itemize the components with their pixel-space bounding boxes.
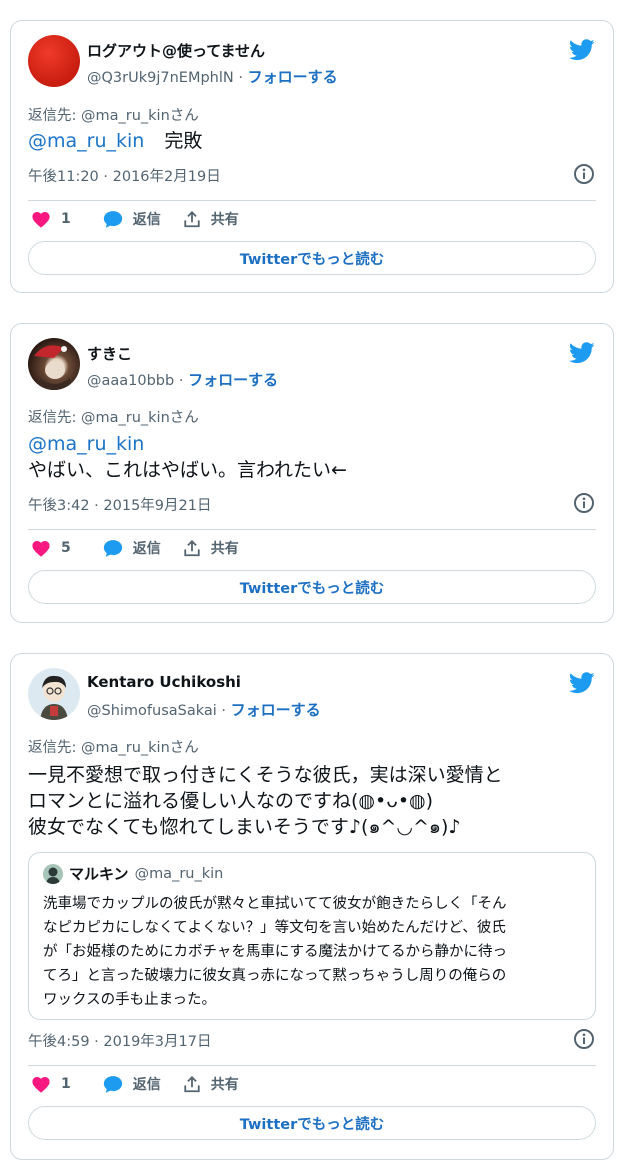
read-more-button[interactable]: Twitterでもっと読む — [28, 1106, 596, 1140]
reply-bubble-icon — [103, 210, 122, 228]
reply-bubble-icon — [103, 539, 122, 557]
quote-header: マルキン @ma_ru_kin — [43, 863, 581, 884]
share-label: 共有 — [210, 541, 239, 557]
quote-avatar — [43, 863, 63, 884]
mention-link[interactable]: @ma_ru_kin — [28, 130, 144, 152]
tweet-text-line-1: 一見不愛想で取っ付きにくそうな彼氏，実は深い愛情と — [28, 764, 503, 786]
reply-to: 返信先: @ma_ru_kinさん — [28, 740, 199, 756]
avatar[interactable] — [28, 668, 80, 720]
reply-button[interactable]: 返信 — [103, 1074, 161, 1094]
action-bar: 5 返信 共有 — [31, 536, 261, 560]
share-button[interactable]: 共有 — [183, 209, 239, 229]
share-button[interactable]: 共有 — [183, 1074, 239, 1094]
reply-label: 返信 — [132, 1077, 161, 1093]
like-button[interactable]: 1 — [31, 210, 71, 228]
author-handle[interactable]: @Q3rUk9j7nEMphlN — [87, 70, 234, 86]
divider — [28, 529, 596, 530]
tweet-card-1: ログアウト@使ってません @Q3rUk9j7nEMphlN · フォローする 返… — [10, 20, 614, 293]
heart-icon — [32, 212, 50, 228]
heart-icon — [32, 1077, 50, 1093]
follow-link[interactable]: フォローする — [248, 68, 338, 86]
reply-to: 返信先: @ma_ru_kinさん — [28, 108, 199, 124]
quote-author-name: マルキン — [69, 865, 129, 883]
avatar-image — [34, 345, 72, 390]
info-icon[interactable] — [573, 163, 595, 185]
author-name[interactable]: すきこ — [87, 343, 132, 364]
reply-label: 返信 — [132, 541, 161, 557]
quote-author-handle: @ma_ru_kin — [134, 865, 224, 882]
twitter-bird-icon[interactable] — [569, 39, 595, 61]
twitter-bird-icon[interactable] — [569, 342, 595, 364]
reply-label: 返信 — [132, 212, 161, 228]
separator: · — [238, 70, 243, 86]
like-count: 1 — [61, 211, 71, 227]
author-handle[interactable]: @aaa10bbb — [87, 373, 174, 389]
info-icon[interactable] — [573, 492, 595, 514]
share-label: 共有 — [210, 1077, 239, 1093]
action-bar: 1 返信 共有 — [31, 207, 261, 231]
timestamp[interactable]: 午後11:20 · 2016年2月19日 — [28, 165, 221, 186]
share-icon — [184, 1075, 200, 1092]
separator: · — [221, 703, 227, 719]
like-count: 1 — [61, 1076, 71, 1092]
twitter-bird-icon[interactable] — [569, 672, 595, 694]
tweet-card-3: Kentaro Uchikoshi @ShimofusaSakai · フォロー… — [10, 653, 614, 1160]
like-button[interactable]: 5 — [31, 539, 71, 557]
reply-to: 返信先: @ma_ru_kinさん — [28, 410, 199, 426]
tweet-text-line-3: 彼女でなくても惚れてしまいそうです♪(๑^◡^๑)♪ — [28, 816, 461, 838]
avatar[interactable] — [28, 338, 80, 390]
handle-line: @ShimofusaSakai · フォローする — [87, 699, 321, 720]
separator: · — [178, 373, 184, 389]
reply-button[interactable]: 返信 — [103, 538, 161, 558]
divider — [28, 200, 596, 201]
tweet-card-2: すきこ @aaa10bbb · フォローする 返信先: @ma_ru_kinさん… — [10, 323, 614, 623]
author-handle[interactable]: @ShimofusaSakai — [87, 703, 217, 719]
action-bar: 1 返信 共有 — [31, 1072, 261, 1096]
tweet-text-body: 完敗 — [164, 130, 203, 152]
author-name[interactable]: ログアウト@使ってません — [87, 40, 265, 61]
follow-link[interactable]: フォローする — [231, 701, 321, 719]
timestamp[interactable]: 午後3:42 · 2015年9月21日 — [28, 494, 211, 515]
quote-avatar-image — [43, 863, 63, 884]
follow-link[interactable]: フォローする — [188, 371, 278, 389]
like-count: 5 — [61, 540, 71, 556]
quoted-tweet[interactable]: マルキン @ma_ru_kin 洗車場でカップルの彼氏が黙々と車拭いてて彼女が飽… — [28, 852, 596, 1020]
author-name[interactable]: Kentaro Uchikoshi — [87, 673, 241, 691]
tweet-text: @ma_ru_kin 完敗 — [28, 128, 202, 154]
tweet-text: やばい、これはやばい。言われたい← — [28, 459, 347, 481]
timestamp[interactable]: 午後4:59 · 2019年3月17日 — [28, 1030, 211, 1051]
avatar-image — [40, 675, 68, 720]
mention-link[interactable]: @ma_ru_kin — [28, 431, 144, 457]
avatar[interactable] — [28, 35, 80, 87]
like-button[interactable]: 1 — [31, 1075, 71, 1093]
share-button[interactable]: 共有 — [183, 538, 239, 558]
reply-bubble-icon — [103, 1075, 122, 1093]
read-more-button[interactable]: Twitterでもっと読む — [28, 570, 596, 604]
tweet-text-line-2: ロマンとに溢れる優しい人なのですね(◍•ᴗ•◍) — [28, 790, 434, 812]
quote-text: 洗車場でカップルの彼氏が黙々と車拭いてて彼女が飽きたらしく「そん なピカピカにし… — [43, 896, 507, 1008]
share-icon — [184, 539, 200, 556]
handle-line: @Q3rUk9j7nEMphlN · フォローする — [87, 66, 338, 87]
read-more-button[interactable]: Twitterでもっと読む — [28, 241, 596, 275]
handle-line: @aaa10bbb · フォローする — [87, 369, 278, 390]
info-icon[interactable] — [573, 1028, 595, 1050]
share-icon — [184, 210, 200, 227]
heart-icon — [32, 541, 50, 557]
reply-button[interactable]: 返信 — [103, 209, 161, 229]
divider — [28, 1065, 596, 1066]
share-label: 共有 — [210, 212, 239, 228]
